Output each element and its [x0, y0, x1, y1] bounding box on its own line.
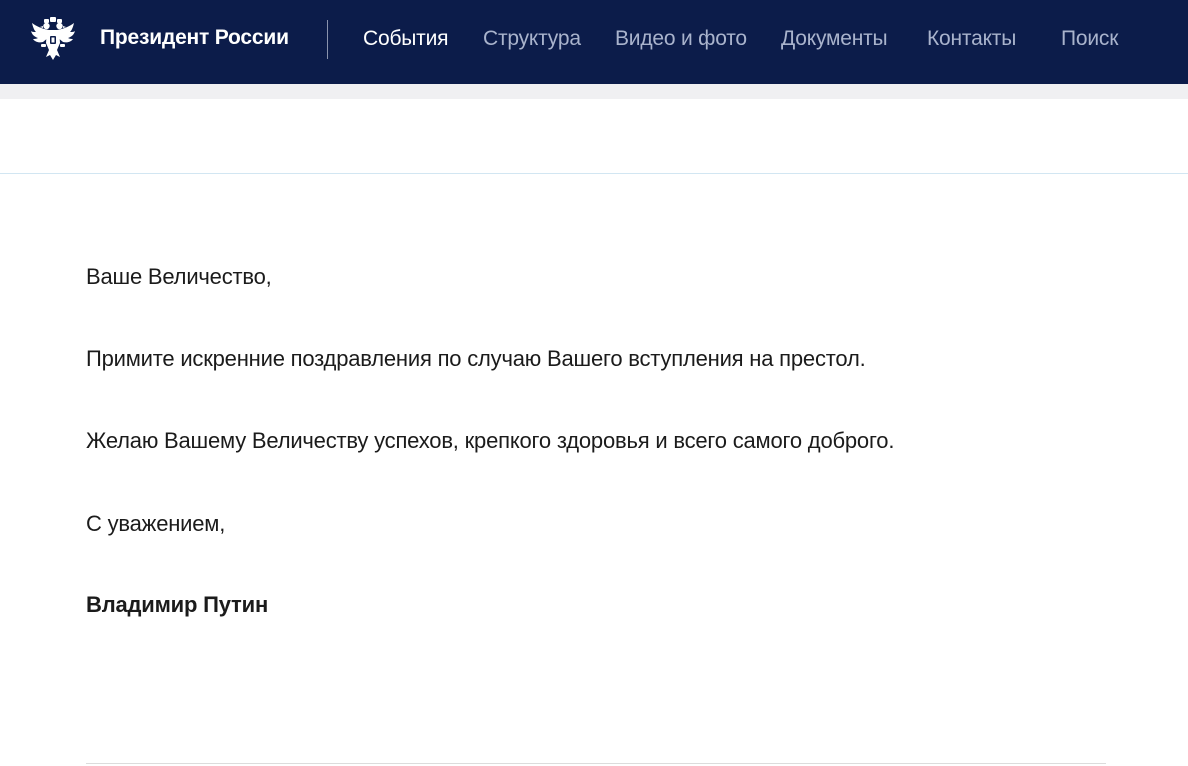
header-shadow-band [0, 84, 1188, 99]
letter-closing: С уважением, [86, 511, 226, 536]
nav-item-search[interactable]: Поиск [1061, 27, 1118, 51]
header-divider [327, 20, 328, 59]
nav-item-contacts[interactable]: Контакты [927, 27, 1016, 51]
site-brand-link[interactable]: Президент России [100, 26, 289, 50]
letter-signature: Владимир Путин [86, 592, 269, 617]
letter-paragraph: Примите искренние поздравления по случаю… [86, 346, 866, 371]
content-bottom-divider [86, 763, 1106, 764]
site-header: Президент России События Структура Видео… [0, 0, 1188, 84]
nav-item-video-photo[interactable]: Видео и фото [615, 27, 747, 51]
letter-paragraph: Желаю Вашему Величеству успехов, крепког… [86, 428, 895, 453]
nav-item-structure[interactable]: Структура [483, 27, 581, 51]
nav-item-documents[interactable]: Документы [781, 27, 888, 51]
content-top-divider [0, 173, 1188, 174]
double-headed-eagle-icon[interactable] [30, 17, 76, 61]
nav-item-events[interactable]: События [363, 27, 448, 51]
letter-salutation: Ваше Величество, [86, 264, 272, 289]
